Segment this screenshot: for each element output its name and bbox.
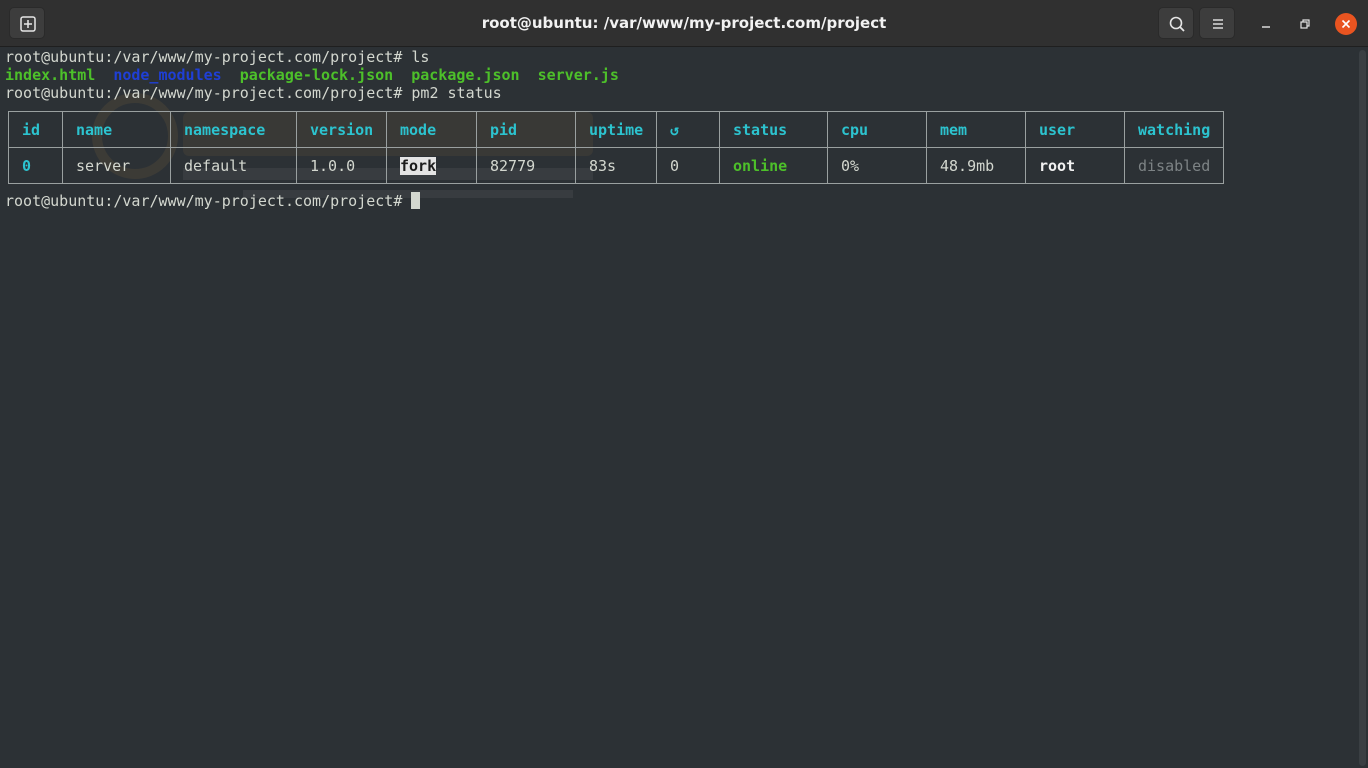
terminal-line-current[interactable]: root@ubuntu:/var/www/my-project.com/proj…: [5, 192, 421, 210]
cell-name: server: [62, 147, 171, 184]
minimize-button[interactable]: [1255, 13, 1277, 35]
hamburger-menu-icon: [1213, 19, 1223, 29]
close-icon: [1341, 19, 1351, 29]
minimize-icon: [1262, 26, 1270, 28]
menu-button[interactable]: [1199, 7, 1235, 39]
search-icon: [1169, 16, 1185, 32]
cell-mem: 48.9mb: [926, 147, 1026, 184]
terminal-area[interactable]: root@ubuntu:/var/www/my-project.com/proj…: [3, 48, 1357, 768]
cell-namespace: default: [170, 147, 297, 184]
scrollbar-thumb[interactable]: [1359, 50, 1366, 766]
cell-status: online: [719, 147, 828, 184]
command-text: ls: [411, 48, 430, 66]
ls-entry: server.js: [537, 66, 619, 84]
column-header-watching: watching: [1124, 111, 1224, 148]
maximize-icon: [1300, 19, 1310, 29]
prompt: root@ubuntu:/var/www/my-project.com/proj…: [5, 84, 412, 102]
column-header-user: user: [1025, 111, 1125, 148]
cell-mode: fork: [386, 147, 477, 184]
cell-uptime: 83s: [575, 147, 657, 184]
cell-version: 1.0.0: [296, 147, 387, 184]
column-header-cpu: cpu: [827, 111, 927, 148]
ls-entry: index.html: [5, 66, 96, 84]
column-header-status: status: [719, 111, 828, 148]
cell-id: 0: [8, 147, 63, 184]
column-header-uptime: uptime: [575, 111, 657, 148]
ls-output-line: index.html node_modules package-lock.json p…: [5, 66, 619, 84]
command-text: pm2 status: [411, 84, 502, 102]
maximize-button[interactable]: [1294, 13, 1316, 35]
mode-value: fork: [400, 156, 437, 175]
ls-entry: node_modules: [113, 66, 222, 84]
column-header-restarts: ↺: [656, 111, 720, 148]
cell-pid: 82779: [476, 147, 576, 184]
table-row: 0 server default 1.0.0 fork 82779 83s 0 …: [8, 147, 1224, 184]
ls-entry: package-lock.json: [239, 66, 394, 84]
column-header-name: name: [62, 111, 171, 148]
column-header-pid: pid: [476, 111, 576, 148]
cell-watching: disabled: [1124, 147, 1224, 184]
prompt: root@ubuntu:/var/www/my-project.com/proj…: [5, 192, 412, 210]
scrollbar[interactable]: [1357, 48, 1368, 768]
cell-cpu: 0%: [827, 147, 927, 184]
text-cursor: [411, 192, 421, 209]
column-header-version: version: [296, 111, 387, 148]
terminal-line-ls: root@ubuntu:/var/www/my-project.com/proj…: [5, 48, 429, 66]
title-bar: root@ubuntu: /var/www/my-project.com/pro…: [0, 0, 1368, 47]
close-button[interactable]: [1335, 13, 1357, 35]
search-button[interactable]: [1158, 7, 1194, 39]
prompt: root@ubuntu:/var/www/my-project.com/proj…: [5, 48, 412, 66]
terminal-line-pm2: root@ubuntu:/var/www/my-project.com/proj…: [5, 84, 502, 102]
cell-user: root: [1025, 147, 1125, 184]
cell-restarts: 0: [656, 147, 720, 184]
table-header-row: id name namespace version mode pid uptim…: [8, 111, 1224, 148]
terminal-window: root@ubuntu: /var/www/my-project.com/pro…: [0, 0, 1368, 768]
ls-entry: package.json: [411, 66, 520, 84]
pm2-status-table: id name namespace version mode pid uptim…: [8, 111, 1224, 184]
column-header-id: id: [8, 111, 63, 148]
column-header-namespace: namespace: [170, 111, 297, 148]
column-header-mem: mem: [926, 111, 1026, 148]
column-header-mode: mode: [386, 111, 477, 148]
